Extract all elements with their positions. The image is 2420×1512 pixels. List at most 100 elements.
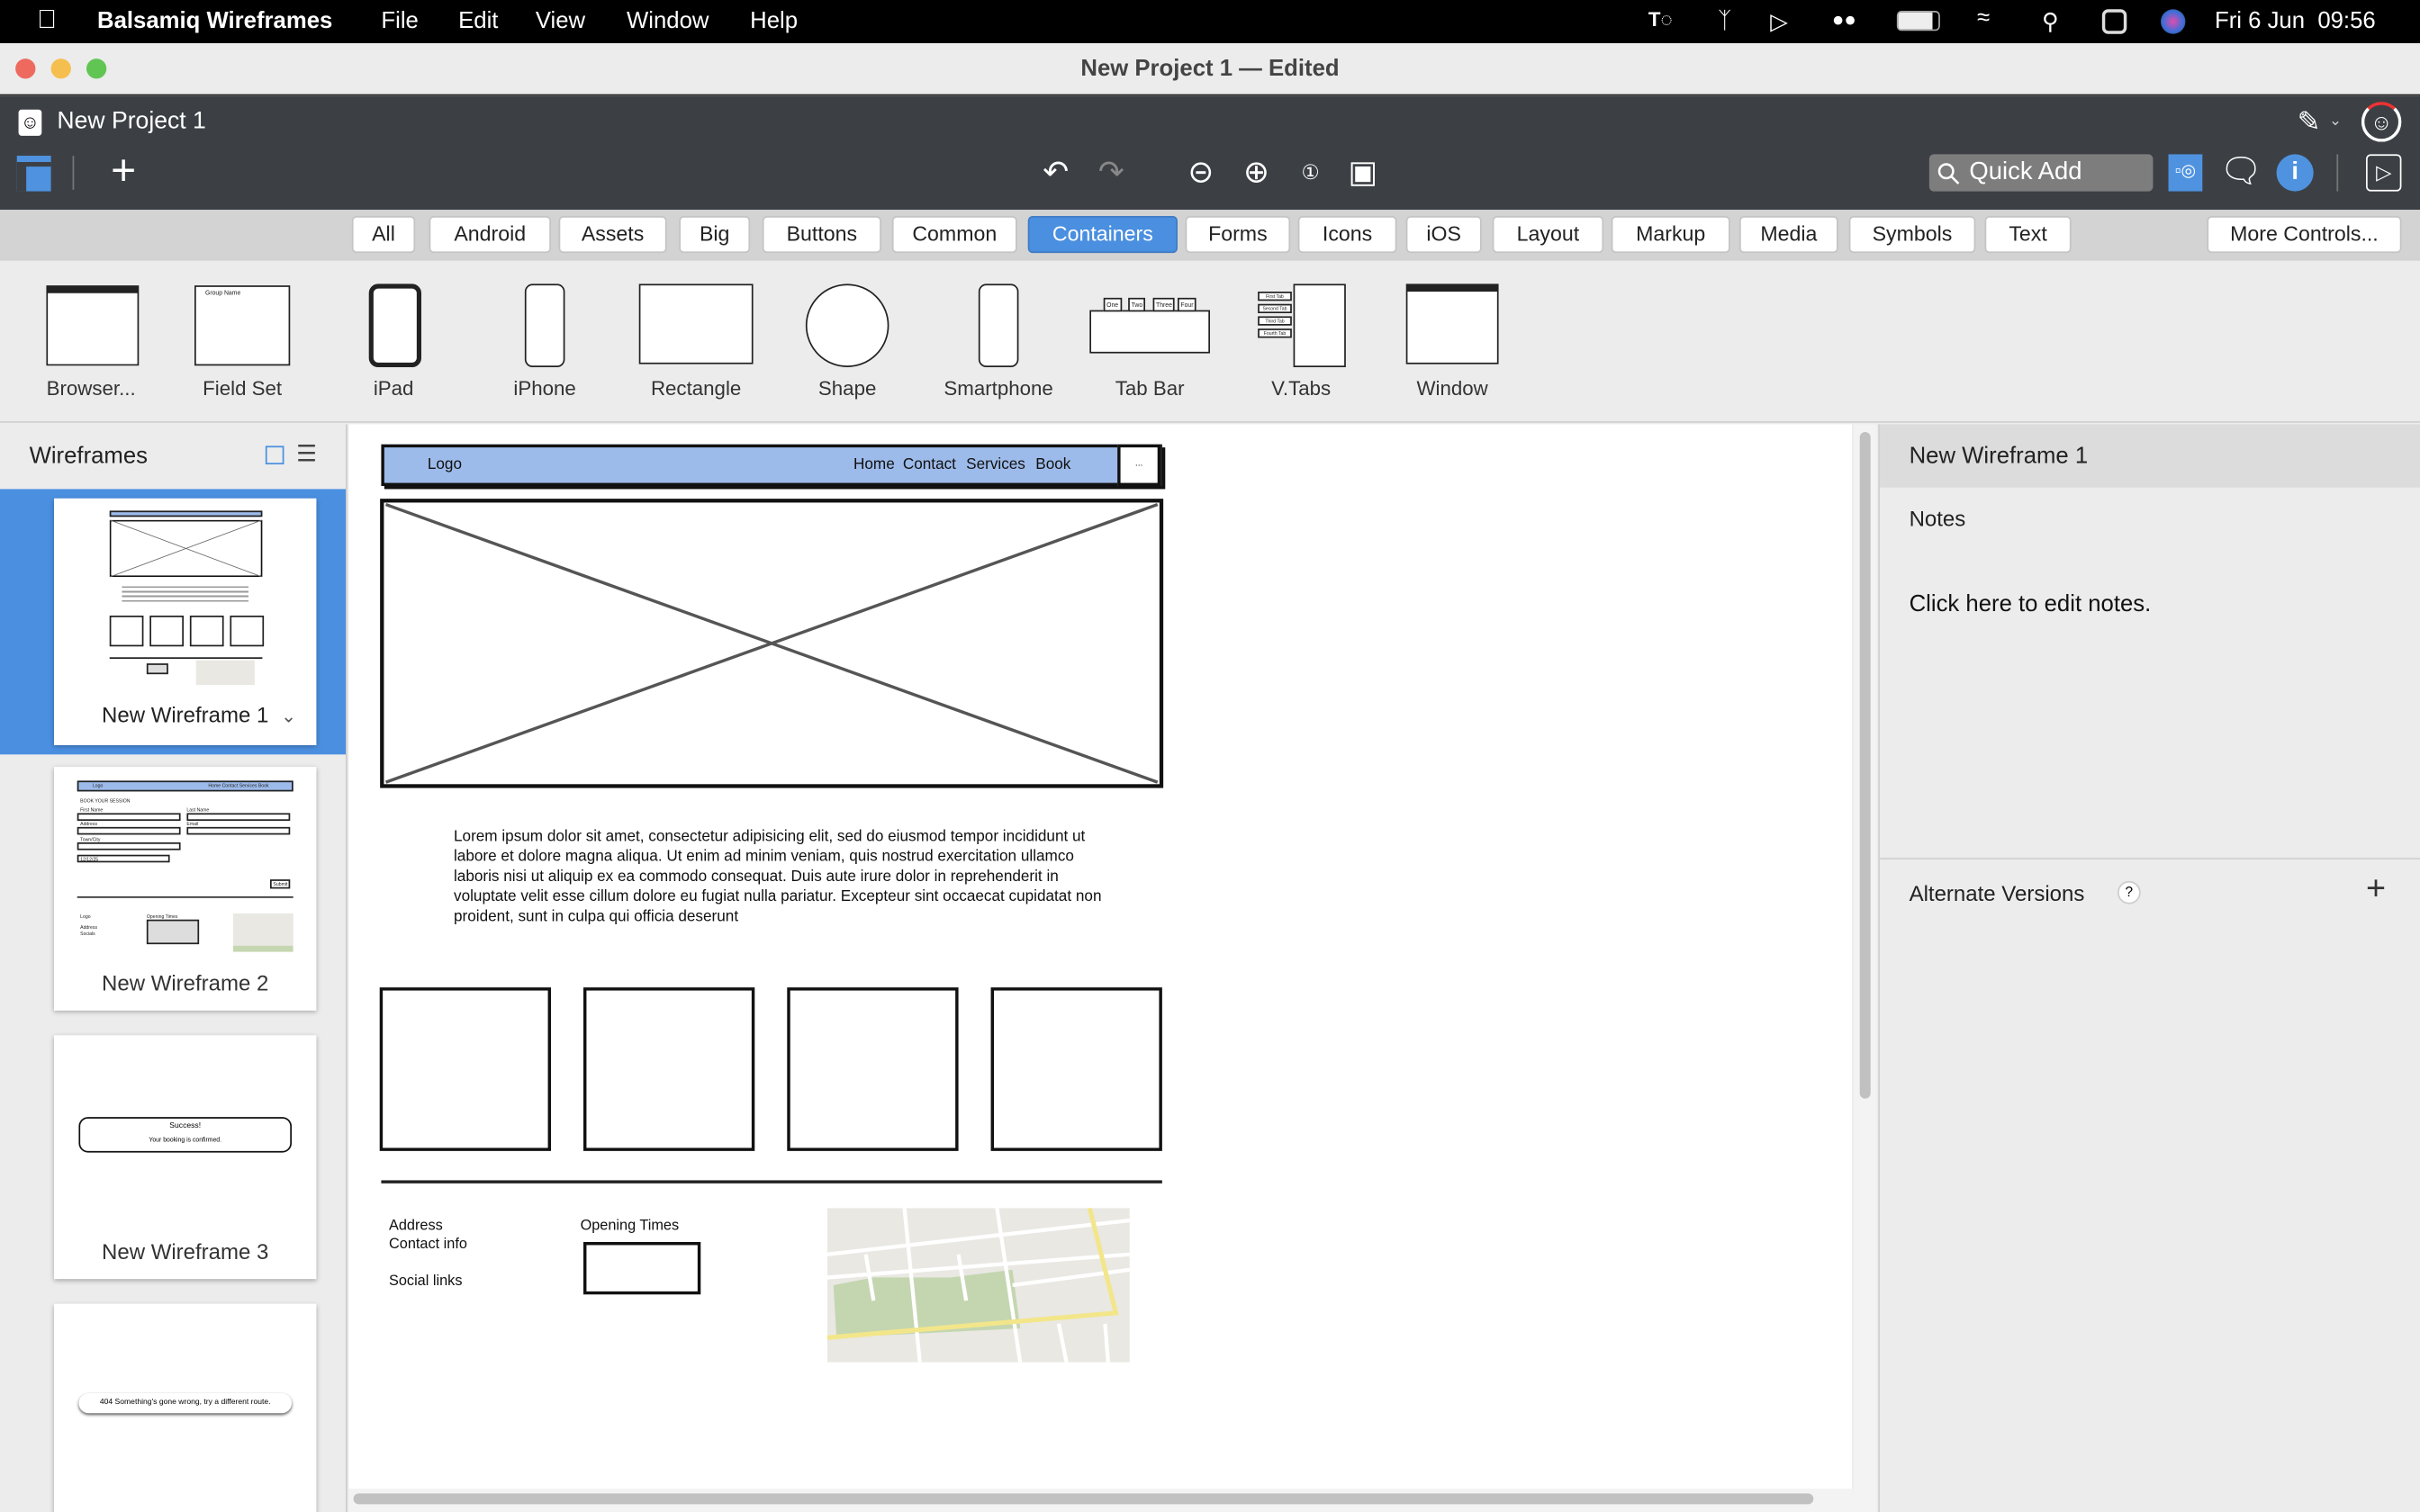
redo-icon[interactable]: ↷ [1091,154,1132,194]
library-item-shape[interactable]: Shape [778,261,917,415]
vtab-label: Fourth Tab [1258,328,1292,338]
footer-address[interactable]: Address [389,1218,443,1235]
siri-icon[interactable] [2161,9,2186,34]
pencil-icon[interactable]: ✎ [2289,104,2329,144]
wireframe-thumbnail-2[interactable]: Logo Home Contact Services Book BOOK YOU… [54,767,317,1011]
tab-all[interactable]: All [351,216,416,254]
tab-icons[interactable]: Icons [1297,216,1397,254]
add-version-button[interactable]: + [2366,868,2386,909]
tab-markup[interactable]: Markup [1611,216,1730,254]
library-item-preview [368,284,422,368]
wireframe-thumbnail-4[interactable]: 404 Something's gone wrong, try a differ… [54,1303,317,1512]
tab-android[interactable]: Android [429,216,552,254]
battery-icon[interactable] [1896,11,1940,32]
add-wireframe-icon[interactable]: + [104,148,144,194]
footer-social[interactable]: Social links [389,1273,462,1290]
wifi-icon[interactable]: ≈ [1977,4,1990,31]
card-placeholder[interactable] [990,987,1162,1151]
project-icon: ☺ [18,109,42,136]
library-item-rectangle[interactable]: Rectangle [627,261,765,415]
nav-link-contact[interactable]: Contact [903,456,956,473]
spotlight-icon[interactable]: ⚲ [2042,8,2059,36]
tab-forms[interactable]: Forms [1185,216,1291,254]
control-center-icon[interactable] [2101,9,2127,34]
zoom-out-icon[interactable]: ⊝ [1180,154,1221,194]
menu-file[interactable]: File [381,8,418,34]
library-item-ipad[interactable]: iPad [324,261,463,415]
wireframe-title[interactable]: New Wireframe 1 [1910,443,2089,469]
library-item-fieldset[interactable]: Group Name Field Set [173,261,312,415]
tab-assets[interactable]: Assets [558,216,667,254]
tab-layout[interactable]: Layout [1492,216,1604,254]
wireframe-thumbnail-3[interactable]: Success! Your booking is confirmed. New … [54,1035,317,1280]
nav-link-services[interactable]: Services [966,456,1025,473]
tab-ios[interactable]: iOS [1405,216,1482,254]
card-placeholder[interactable] [379,987,552,1151]
quick-add-label[interactable]: Quick Add [1969,159,2081,187]
chevron-down-icon[interactable]: ⌄ [281,705,296,726]
tab-symbols[interactable]: Symbols [1848,216,1976,254]
menu-window[interactable]: Window [627,8,709,34]
library-toggle-icon[interactable]: ▫◎ [2168,154,2203,192]
library-item-browser[interactable]: Browser... [22,261,160,415]
menu-help[interactable]: Help [750,8,798,34]
nav-bar[interactable]: Logo Home Contact Services Book ... [381,444,1162,487]
balsamiq-logo-icon[interactable]: ☺ [2361,102,2402,142]
help-icon[interactable]: ? [2118,880,2141,904]
paragraph-text[interactable]: Lorem ipsum dolor sit amet, consectetur … [454,827,1102,927]
more-controls-button[interactable]: More Controls... [2207,216,2402,254]
list-view-icon[interactable]: ☰ [296,440,317,467]
library-item-label: Smartphone [944,376,1053,400]
notes-field[interactable]: Click here to edit notes. [1910,591,2152,617]
actual-size-icon[interactable]: ① [1290,154,1331,194]
wireframe-thumbnail-1[interactable]: New Wireframe 1 ⌄ [54,498,317,746]
library-item-tabbar[interactable]: One Two Three Four Tab Bar [1080,261,1219,415]
library-item-vtabs[interactable]: First Tab Second Tab Third Tab Fourth Tab V.… [1232,261,1370,415]
chevron-down-icon[interactable]: ⌄ [2329,112,2342,130]
tab-big[interactable]: Big [679,216,751,254]
image-placeholder[interactable] [380,499,1164,788]
horizontal-scrollbar[interactable] [348,1489,1854,1512]
zoom-in-icon[interactable]: ⊕ [1236,154,1277,194]
menu-view[interactable]: View [536,8,585,34]
library-item-smartphone[interactable]: Smartphone [929,261,1068,415]
bluetooth-icon[interactable]: ᛉ [1718,8,1731,34]
map-placeholder[interactable] [826,1208,1130,1363]
comment-icon[interactable]: 🗨 [2219,152,2262,194]
presentation-icon[interactable]: ▷ [2366,154,2402,192]
clock[interactable]: Fri 6 Jun 09:56 [2215,8,2376,34]
footer-opening-times[interactable]: Opening Times [581,1218,680,1235]
teams-icon[interactable]: T◌ [1648,8,1673,32]
info-icon[interactable]: i [2276,154,2314,192]
play-icon[interactable]: ▷ [1770,8,1788,36]
card-placeholder[interactable] [583,987,755,1151]
tab-common[interactable]: Common [891,216,1017,254]
footer-contact[interactable]: Contact info [389,1236,467,1253]
library-item-window[interactable]: Window [1383,261,1522,415]
vtab-label: Second Tab [1258,303,1292,314]
toggle-sidebar-icon[interactable] [16,156,51,192]
tab-media[interactable]: Media [1739,216,1838,254]
apple-icon[interactable]:  [37,4,57,35]
divider [2336,154,2339,192]
library-item-iphone[interactable]: iPhone [475,261,614,415]
fit-icon[interactable]: ▣ [1342,154,1383,194]
undo-icon[interactable]: ↶ [1035,154,1076,194]
tab-containers[interactable]: Containers [1027,216,1178,254]
app-menu[interactable]: Balsamiq Wireframes [97,8,332,34]
airpods-icon[interactable]: ●● [1832,8,1856,32]
menu-edit[interactable]: Edit [458,8,498,34]
tab-buttons[interactable]: Buttons [762,216,881,254]
card-placeholder[interactable] [787,987,959,1151]
tab-text[interactable]: Text [1984,216,2072,254]
opening-times-box[interactable] [583,1242,701,1295]
nav-link-home[interactable]: Home [853,456,895,473]
nav-link-book[interactable]: Book [1035,456,1070,473]
grid-view-icon[interactable] [265,446,284,465]
vertical-scrollbar[interactable] [1853,424,1877,1512]
library-item-preview: First Tab Second Tab Third Tab Fourth Tab [1258,284,1346,368]
horizontal-rule[interactable] [381,1180,1162,1184]
toolbar: ☺ New Project 1 + ↶ ↷ ⊝ ⊕ ① ▣ ✎ ⌄ ☺ Quic… [0,95,2420,211]
wireframe-canvas[interactable]: Logo Home Contact Services Book ... Lore… [348,424,1853,1490]
more-button[interactable]: ... [1117,444,1161,487]
